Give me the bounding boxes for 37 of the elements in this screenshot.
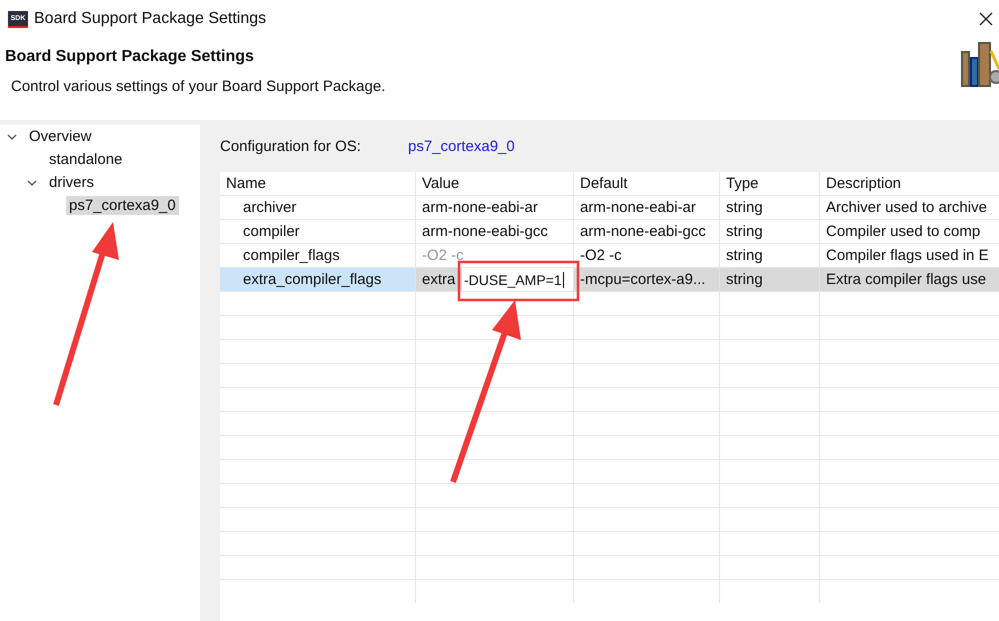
- table-cell: Archiver used to archive: [826, 199, 987, 216]
- table-cell: -mcpu=cortex-a9...: [580, 271, 706, 288]
- column-header[interactable]: Value: [422, 175, 460, 192]
- window-title: Board Support Package Settings: [34, 10, 268, 28]
- config-label: Configuration for OS:: [220, 138, 362, 157]
- table-cell: Extra compiler flags use: [826, 271, 986, 288]
- table-cell: -O2 -c: [580, 247, 622, 264]
- column-header[interactable]: Description: [826, 175, 902, 192]
- column-header[interactable]: Type: [726, 175, 759, 192]
- table-cell-text: compiler: [242, 223, 300, 240]
- page-subtitle: Control various settings of your Board Support Package.: [10, 78, 386, 95]
- tree-item[interactable]: standalone: [46, 150, 126, 169]
- table-cell: -O2 -c: [422, 247, 464, 264]
- table-cell: arm-none-eabi-gcc: [422, 223, 548, 240]
- table-cell: string: [726, 199, 763, 216]
- tree-item[interactable]: drivers: [46, 173, 98, 192]
- table-cell-text: archiver: [242, 199, 296, 216]
- table-cell: arm-none-eabi-ar: [580, 199, 696, 216]
- tree-item[interactable]: ps7_cortexa9_0: [66, 196, 179, 215]
- table-cell: extra: [422, 271, 456, 288]
- column-header[interactable]: Default: [580, 175, 628, 192]
- table-cell: arm-none-eabi-gcc: [580, 223, 706, 240]
- column-header[interactable]: Name: [226, 175, 266, 192]
- config-value: ps7_cortexa9_0: [408, 138, 515, 157]
- table-cell: arm-none-eabi-ar: [422, 199, 538, 216]
- tree-item[interactable]: Overview: [26, 127, 95, 146]
- table-cell: string: [726, 271, 763, 288]
- close-icon[interactable]: [979, 12, 993, 26]
- value-input-field[interactable]: -DUSE_AMP=1: [462, 268, 573, 291]
- table-cell: string: [726, 223, 763, 240]
- books-icon: [961, 41, 999, 87]
- table-cell: Compiler used to comp: [826, 223, 980, 240]
- table-cell: string: [726, 247, 763, 264]
- table-cell-text: extra_compiler_flags: [242, 271, 382, 288]
- table-cell: Compiler flags used in E: [826, 247, 989, 264]
- page-title: Board Support Package Settings: [5, 48, 255, 66]
- table-cell-text: compiler_flags: [242, 247, 340, 264]
